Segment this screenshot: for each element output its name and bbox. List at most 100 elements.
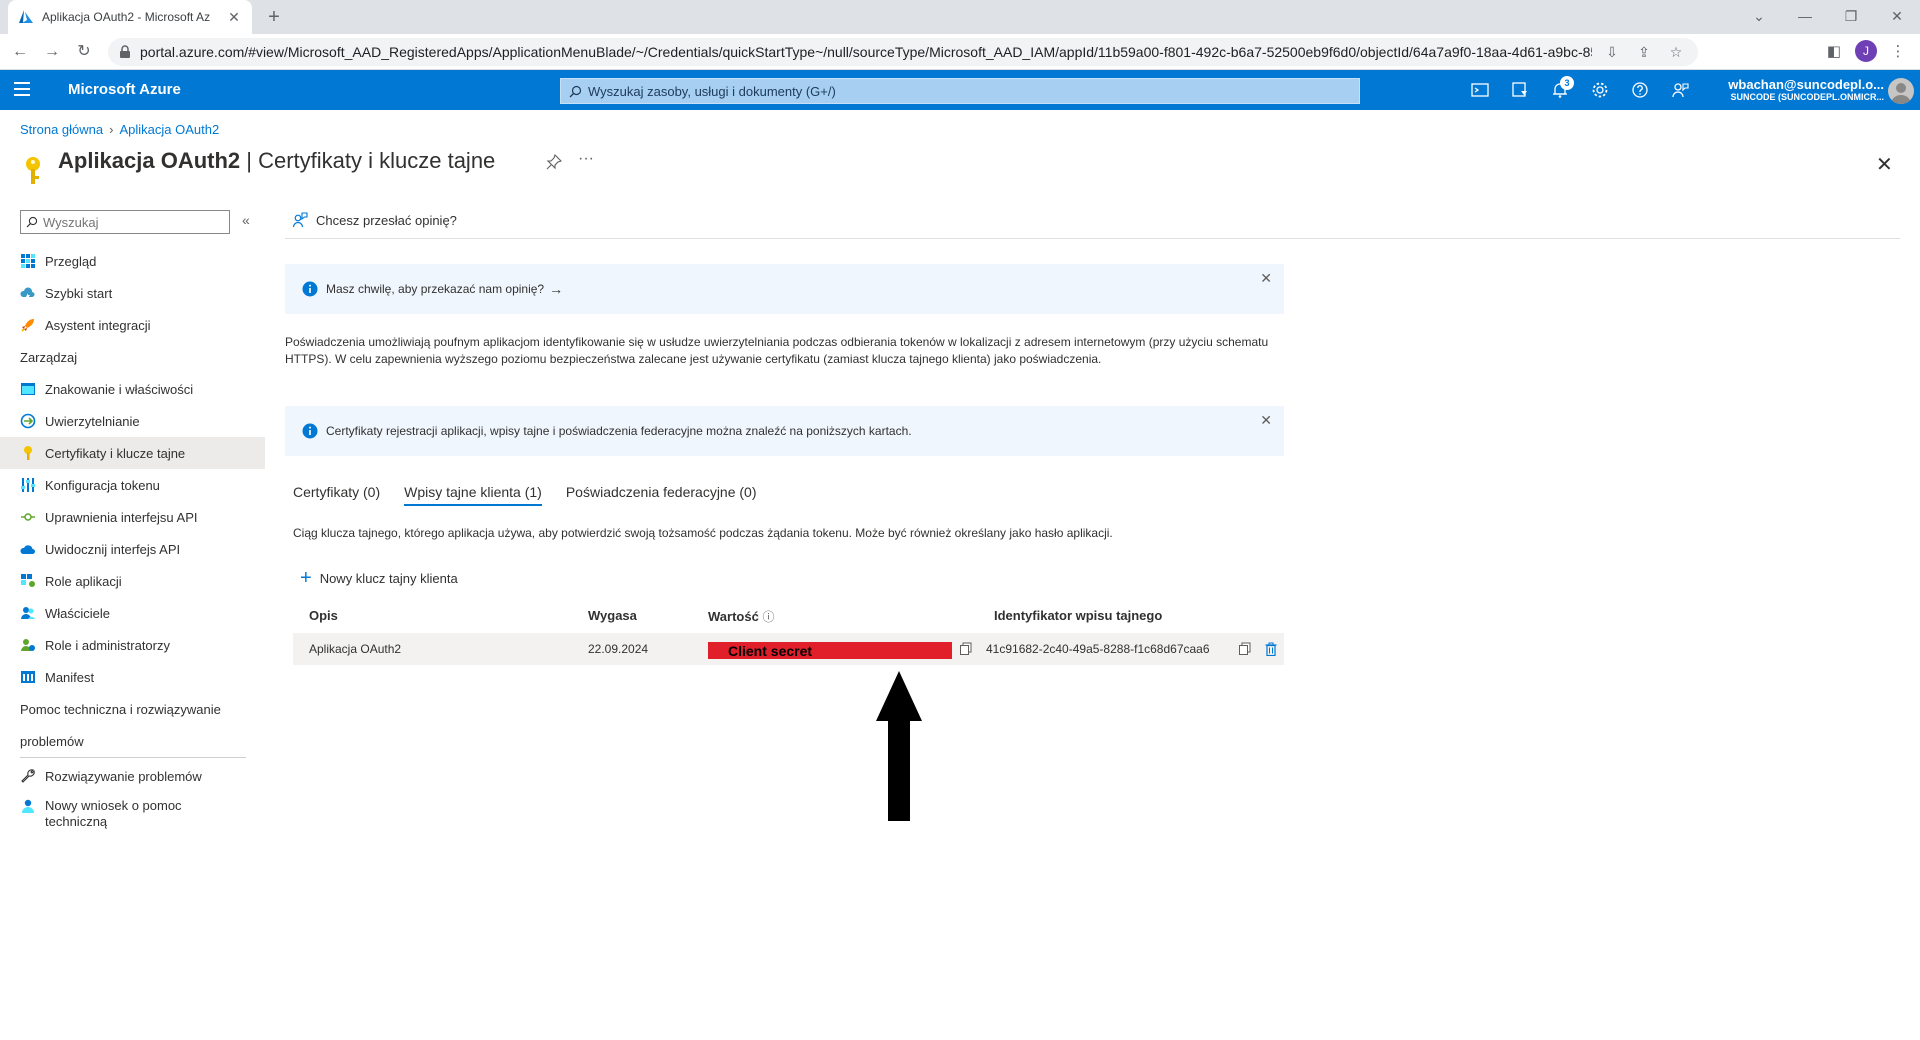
page-title: Aplikacja OAuth2 | Certyfikaty i klucze … <box>58 148 495 174</box>
azure-brand[interactable]: Microsoft Azure <box>68 81 181 98</box>
new-tab-button[interactable]: + <box>262 6 286 30</box>
tabs-banner-text: Certyfikaty rejestracji aplikacji, wpisy… <box>326 424 912 438</box>
nav-item-branding[interactable]: Znakowanie i właściwości <box>0 373 265 405</box>
nav-item-label: Certyfikaty i klucze tajne <box>45 445 186 461</box>
nav-item-label: Przegląd <box>45 253 97 269</box>
owners-people-icon <box>21 607 35 619</box>
nav-search-input[interactable] <box>43 214 224 230</box>
global-search-input[interactable] <box>588 83 1351 99</box>
content-divider <box>285 238 1900 239</box>
browser-tab[interactable]: Aplikacja OAuth2 - Microsoft Az ✕ <box>8 0 252 34</box>
tab-close-icon[interactable]: ✕ <box>226 9 242 26</box>
directory-filter-icon[interactable] <box>1510 80 1530 100</box>
settings-gear-icon[interactable] <box>1590 80 1610 100</box>
reload-icon[interactable]: ↻ <box>72 40 96 64</box>
feedback-banner-text[interactable]: Masz chwilę, aby przekazać nam opinię? <box>326 282 544 296</box>
authentication-icon <box>20 413 36 429</box>
secret-expires: 22.09.2024 <box>588 642 649 656</box>
browser-menu-icon[interactable]: ⋮ <box>1886 40 1910 64</box>
forward-icon[interactable]: → <box>40 40 64 64</box>
info-circle-icon[interactable]: ⓘ <box>762 610 774 624</box>
column-header-value-label: Wartość <box>708 609 759 624</box>
column-header-expires: Wygasa <box>588 608 637 623</box>
pin-icon[interactable] <box>546 154 562 170</box>
annotation-arrow-up <box>876 671 922 821</box>
feedback-person-icon <box>292 212 308 228</box>
browser-profile-avatar[interactable]: J <box>1855 40 1877 62</box>
close-banner-icon[interactable]: ✕ <box>1260 270 1272 287</box>
nav-item-expose-api[interactable]: Uwidocznij interfejs API <box>0 533 265 565</box>
tab-certificates[interactable]: Certyfikaty (0) <box>293 484 380 506</box>
nav-item-troubleshooting[interactable]: Rozwiązywanie problemów <box>0 760 265 792</box>
close-blade-button[interactable]: ✕ <box>1876 152 1893 177</box>
lock-icon <box>120 45 130 58</box>
new-client-secret-button[interactable]: + Nowy klucz tajny klienta <box>300 568 458 588</box>
nav-section-support-line2: problemów <box>20 733 84 749</box>
nav-item-owners[interactable]: Właściciele <box>0 597 265 629</box>
nav-item-app-roles[interactable]: Role aplikacji <box>0 565 265 597</box>
secret-id: 41c91682-2c40-49a5-8288-f1c68d67caa6 <box>986 642 1210 656</box>
nav-item-label: Uwidocznij interfejs API <box>45 541 181 557</box>
key-icon <box>24 446 32 460</box>
token-bars-icon <box>21 478 35 492</box>
more-options-button[interactable]: ··· <box>578 150 594 168</box>
tab-federated-credentials[interactable]: Poświadczenia federacyjne (0) <box>566 484 757 506</box>
side-panel-icon[interactable]: ◧ <box>1822 40 1846 64</box>
tabs-info-banner: Certyfikaty rejestracji aplikacji, wpisy… <box>285 406 1284 456</box>
breadcrumb-home-link[interactable]: Strona główna <box>20 122 103 137</box>
page-title-app: Aplikacja OAuth2 <box>58 148 241 173</box>
feedback-info-banner: Masz chwilę, aby przekazać nam opinię? →… <box>285 264 1284 314</box>
breadcrumb: Strona główna › Aplikacja OAuth2 <box>20 122 219 137</box>
credentials-description: Poświadczenia umożliwiają poufnym aplika… <box>285 335 1269 366</box>
search-icon <box>569 85 582 97</box>
nav-item-authentication[interactable]: Uwierzytelnianie <box>0 405 265 437</box>
global-search-box[interactable] <box>560 78 1360 104</box>
nav-item-label: Uwierzytelnianie <box>45 413 140 429</box>
breadcrumb-app-link[interactable]: Aplikacja OAuth2 <box>119 122 219 137</box>
nav-item-certificates-secrets[interactable]: Certyfikaty i klucze tajne <box>0 437 265 469</box>
delete-trash-icon[interactable] <box>1264 642 1278 656</box>
back-icon[interactable]: ← <box>8 40 32 64</box>
search-icon <box>26 216 38 228</box>
nav-item-manifest[interactable]: Manifest <box>0 661 265 693</box>
table-row[interactable]: Aplikacja OAuth2 22.09.2024 Client secre… <box>293 633 1284 665</box>
nav-item-roles-admins[interactable]: Role i administratorzy <box>0 629 265 661</box>
secret-value: Client secret <box>728 643 813 659</box>
left-nav: Przegląd Szybki start Asystent integracj… <box>0 245 265 838</box>
collapse-nav-button[interactable]: « <box>242 212 250 228</box>
portal-menu-icon[interactable] <box>14 82 30 96</box>
minimize-button[interactable]: — <box>1782 0 1828 34</box>
cloud-shell-icon[interactable] <box>1470 80 1490 100</box>
nav-search-box[interactable] <box>20 210 230 234</box>
nav-divider <box>20 757 246 758</box>
user-avatar[interactable] <box>1888 78 1914 104</box>
arrow-right-icon[interactable]: → <box>549 281 563 297</box>
nav-item-quickstart[interactable]: Szybki start <box>0 277 265 309</box>
account-info[interactable]: wbachan@suncodepl.o... SUNCODE (SUNCODEP… <box>1716 77 1884 102</box>
install-app-icon[interactable]: ⇩ <box>1600 44 1624 61</box>
api-permissions-icon <box>21 513 35 521</box>
nav-item-integration-assistant[interactable]: Asystent integracji <box>0 309 265 341</box>
feedback-icon[interactable] <box>1670 80 1690 100</box>
browser-tab-bar: Aplikacja OAuth2 - Microsoft Az ✕ + ⌄ — … <box>0 0 1920 34</box>
nav-section-support-line1: Pomoc techniczna i rozwiązywanie <box>20 701 221 717</box>
nav-item-new-support-request[interactable]: Nowy wniosek o pomoc techniczną <box>0 792 265 838</box>
address-bar[interactable]: portal.azure.com/#view/Microsoft_AAD_Reg… <box>108 38 1698 66</box>
nav-item-token-configuration[interactable]: Konfiguracja tokenu <box>0 469 265 501</box>
rocket-icon <box>21 319 34 332</box>
close-banner-icon[interactable]: ✕ <box>1260 412 1272 429</box>
nav-item-api-permissions[interactable]: Uprawnienia interfejsu API <box>0 501 265 533</box>
restore-button[interactable]: ❐ <box>1828 0 1874 34</box>
secret-value-redacted: Client secret <box>708 642 952 659</box>
tab-search-icon[interactable]: ⌄ <box>1736 0 1782 34</box>
feedback-link[interactable]: Chcesz przesłać opinię? <box>292 212 457 228</box>
copy-value-icon[interactable] <box>959 642 973 656</box>
close-window-button[interactable]: ✕ <box>1874 0 1920 34</box>
roles-admins-icon <box>21 639 35 651</box>
bookmark-star-icon[interactable]: ☆ <box>1664 44 1688 61</box>
tab-client-secrets[interactable]: Wpisy tajne klienta (1) <box>404 484 542 506</box>
copy-id-icon[interactable] <box>1238 642 1252 656</box>
share-icon[interactable]: ⇪ <box>1632 44 1656 61</box>
nav-item-overview[interactable]: Przegląd <box>0 245 265 277</box>
help-icon[interactable] <box>1630 80 1650 100</box>
